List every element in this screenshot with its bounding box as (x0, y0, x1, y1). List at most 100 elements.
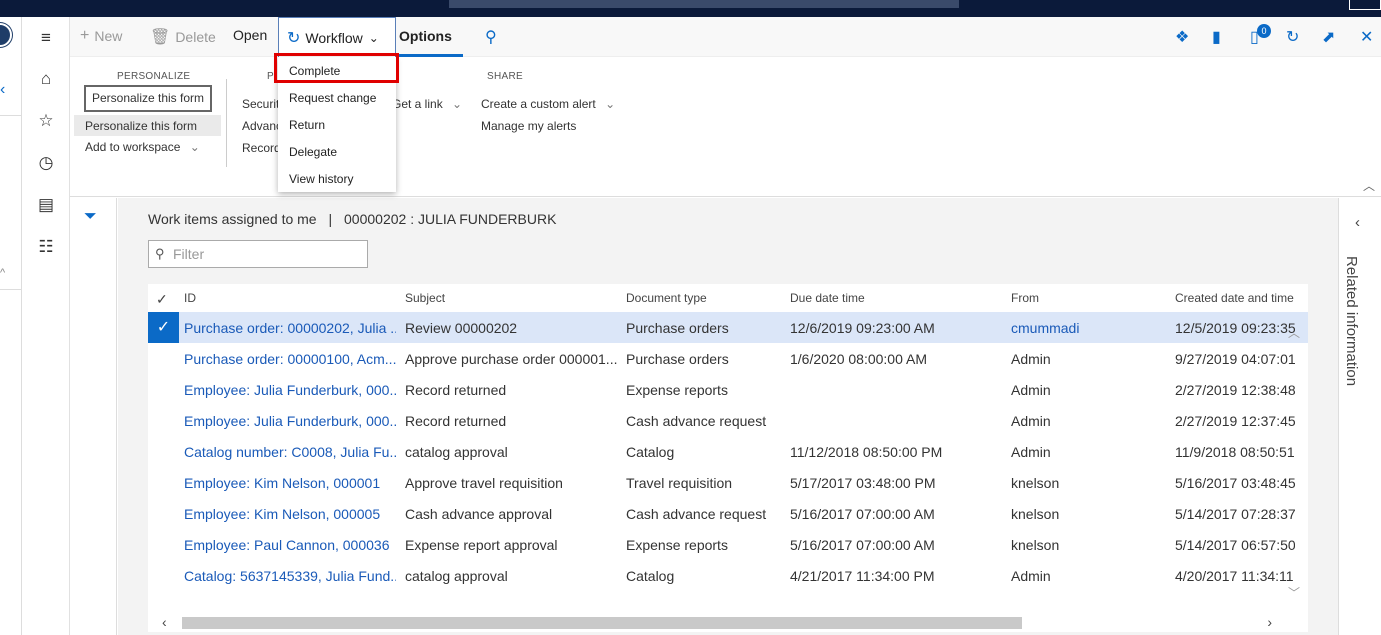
chevron-down-icon: ⌄ (189, 140, 200, 154)
column-header-subject[interactable]: Subject (405, 291, 445, 305)
table-row[interactable]: Employee: Kim Nelson, 000005 Cash advance… (148, 498, 1308, 529)
grid-filter-input[interactable] (173, 245, 363, 263)
refresh-icon[interactable]: ↻ (1286, 27, 1299, 47)
table-row[interactable]: Purchase order: 00000100, Acm... Approve … (148, 343, 1308, 374)
office-icon[interactable]: ▮ (1212, 27, 1221, 47)
table-row[interactable]: Employee: Kim Nelson, 000001 Approve trav… (148, 467, 1308, 498)
manage-my-alerts-link[interactable]: Manage my alerts (481, 119, 576, 133)
cell-doctype: Catalog (626, 568, 675, 584)
cell-from: Admin (1011, 568, 1051, 584)
cell-created: 5/14/2017 06:57:50 (1175, 537, 1295, 553)
scroll-up-icon[interactable]: ︿ (1288, 324, 1300, 341)
modules-list-icon[interactable]: ☷ (35, 236, 57, 258)
cell-from: Admin (1011, 413, 1051, 429)
workspaces-icon[interactable]: ▤ (35, 194, 57, 216)
scroll-down-icon[interactable]: ﹀ (1288, 584, 1300, 601)
chevron-down-icon: ⌄ (368, 31, 379, 45)
tab-options[interactable]: Options (399, 28, 452, 44)
scroll-right-icon[interactable]: › (1267, 614, 1272, 630)
cell-id[interactable]: Employee: Julia Funderburk, 000... (184, 413, 396, 429)
cell-id[interactable]: Catalog: 5637145339, Julia Fund... (184, 568, 396, 584)
workflow-label: Workflow (305, 30, 363, 46)
create-custom-alert-menu[interactable]: Create a custom alert ⌄ (481, 97, 615, 111)
cell-doctype: Cash advance request (626, 506, 767, 522)
cell-id[interactable]: Purchase order: 00000100, Acm... (184, 351, 396, 367)
cell-subject: Expense report approval (405, 537, 558, 553)
diamond-icon[interactable]: ❖ (1175, 27, 1189, 47)
column-header-from[interactable]: From (1011, 291, 1039, 305)
cell-id[interactable]: Employee: Kim Nelson, 000005 (184, 506, 396, 522)
recent-clock-icon[interactable]: ◷ (35, 152, 57, 174)
content-area: Work items assigned to me | 00000202 : J… (118, 198, 1338, 635)
column-header-due-date[interactable]: Due date time (790, 291, 865, 305)
select-all-check-icon[interactable]: ✓ (156, 291, 168, 308)
cell-subject: catalog approval (405, 568, 508, 584)
cell-from: knelson (1011, 506, 1060, 522)
row-selected-check-icon[interactable]: ✓ (148, 312, 179, 343)
chevron-up-icon[interactable]: ^ (0, 267, 5, 279)
cell-from[interactable]: cmummadi (1011, 320, 1171, 336)
menu-item-return[interactable]: Return (289, 118, 325, 132)
delete-button[interactable]: 🗑 Delete (150, 27, 216, 47)
personalize-this-form-link[interactable]: Personalize this form (85, 119, 197, 133)
related-information-panel[interactable]: ‹ Related information (1338, 198, 1381, 635)
favorites-star-icon[interactable]: ☆ (35, 110, 57, 132)
cell-id[interactable]: Purchase order: 00000202, Julia ... (184, 320, 396, 336)
table-row[interactable]: Catalog number: C0008, Julia Fu... catalo… (148, 436, 1308, 467)
chevron-left-icon[interactable]: ‹ (1355, 214, 1360, 231)
cell-doctype: Cash advance request (626, 413, 767, 429)
open-button[interactable]: Open (233, 27, 267, 43)
menu-item-delegate[interactable]: Delegate (289, 145, 337, 159)
grid-header: ✓ ID Subject Document type Due date time… (148, 284, 1308, 312)
collapse-ribbon-icon[interactable]: ︿ (1363, 177, 1375, 194)
column-header-document-type[interactable]: Document type (626, 291, 707, 305)
cell-subject: Approve travel requisition (405, 475, 563, 491)
security-item-partial[interactable]: Securit (242, 97, 279, 111)
personalize-this-form-button[interactable]: Personalize this form (84, 85, 212, 112)
advanced-item-partial[interactable]: Advanc (242, 119, 282, 133)
horizontal-scrollbar[interactable]: ‹ › (148, 614, 1308, 632)
open-new-window-icon[interactable]: ⬈ (1322, 27, 1335, 47)
menu-item-view-history[interactable]: View history (289, 172, 353, 186)
home-icon[interactable]: ⌂ (35, 68, 57, 90)
column-header-id[interactable]: ID (184, 291, 196, 305)
add-to-workspace-menu[interactable]: Add to workspace ⌄ (85, 140, 200, 154)
record-item-partial[interactable]: Record (242, 141, 281, 155)
left-window-strip: ‹ ^ (0, 17, 22, 635)
column-header-created[interactable]: Created date and time (1175, 291, 1295, 305)
chevron-left-icon[interactable]: ‹ (0, 81, 5, 99)
menu-item-complete[interactable]: Complete (289, 64, 340, 78)
table-row[interactable]: Employee: Julia Funderburk, 000... Record… (148, 374, 1308, 405)
avatar[interactable] (0, 23, 12, 47)
breadcrumb-separator: | (328, 211, 333, 227)
table-row[interactable]: Catalog: 5637145339, Julia Fund... catalo… (148, 560, 1308, 591)
cell-created: 12/5/2019 09:23:35 (1175, 320, 1295, 336)
table-row[interactable]: Employee: Julia Funderburk, 000... Record… (148, 405, 1308, 436)
scroll-left-icon[interactable]: ‹ (162, 614, 167, 630)
cell-id[interactable]: Employee: Kim Nelson, 000001 (184, 475, 396, 491)
workflow-button[interactable]: ↻ Workflow ⌄ (278, 17, 396, 58)
close-icon[interactable]: ✕ (1360, 27, 1373, 47)
new-button[interactable]: + New (80, 27, 122, 45)
options-ribbon: PERSONALIZE Personalize this form Person… (70, 57, 1381, 197)
cell-due: 11/12/2018 08:50:00 PM (790, 444, 943, 460)
search-icon[interactable]: ⚲ (485, 27, 497, 47)
menu-item-request-change[interactable]: Request change (289, 91, 376, 105)
top-right-button[interactable] (1349, 0, 1381, 10)
breadcrumb-parent[interactable]: Work items assigned to me (148, 211, 317, 227)
main-area: ⏷ Work items assigned to me | 00000202 :… (70, 198, 1381, 635)
cell-created: 4/20/2017 11:34:11 (1175, 568, 1294, 584)
cell-id[interactable]: Employee: Paul Cannon, 000036 (184, 537, 396, 553)
cell-id[interactable]: Catalog number: C0008, Julia Fu... (184, 444, 396, 460)
cell-id[interactable]: Employee: Julia Funderburk, 000... (184, 382, 396, 398)
cell-doctype: Expense reports (626, 382, 728, 398)
cell-subject: Record returned (405, 382, 507, 398)
get-a-link-menu[interactable]: Get a link ⌄ (392, 97, 462, 111)
table-row[interactable]: ✓ Purchase order: 00000202, Julia ... Revi… (148, 312, 1308, 343)
top-search-box[interactable] (449, 0, 959, 8)
filter-funnel-icon[interactable]: ⏷ (84, 208, 97, 226)
table-row[interactable]: Employee: Paul Cannon, 000036 Expense rep… (148, 529, 1308, 560)
scrollbar-thumb[interactable] (182, 617, 1022, 629)
cell-created: 2/27/2019 12:37:45 (1175, 413, 1295, 429)
hamburger-menu-icon[interactable]: ≡ (35, 27, 57, 49)
